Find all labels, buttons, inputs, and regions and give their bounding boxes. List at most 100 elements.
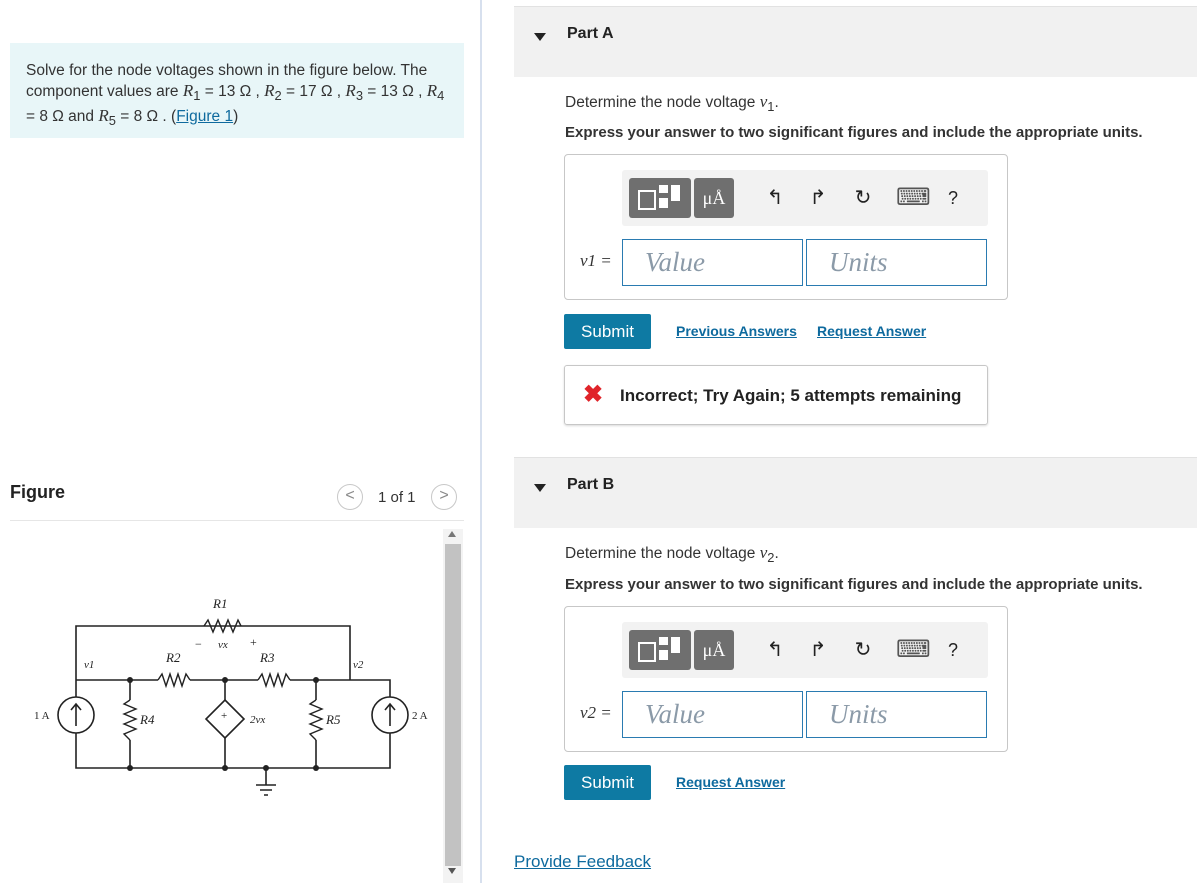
units-input[interactable]: Units xyxy=(806,239,987,286)
r5-subscript: 5 xyxy=(108,113,116,129)
units-button[interactable]: μÅ xyxy=(694,178,734,218)
part-a-title: Part A xyxy=(567,25,614,42)
r4-value: = 8 Ω and xyxy=(26,108,99,126)
reset-icon[interactable]: ↻ xyxy=(850,636,876,664)
junction-dots xyxy=(127,677,319,771)
label-plus: + xyxy=(250,635,257,649)
templates-button[interactable] xyxy=(629,178,691,218)
part-a-toolbar: μÅ ↰ ↱ ↻ ⌨ ? xyxy=(622,170,988,226)
r4-subscript: 4 xyxy=(437,88,445,104)
figure-link[interactable]: Figure 1 xyxy=(176,108,233,125)
value-input[interactable]: Value xyxy=(622,691,803,738)
keyboard-icon[interactable]: ⌨ xyxy=(896,184,931,212)
r3-value: = 13 Ω , xyxy=(363,83,427,100)
r2-zigzag xyxy=(157,671,191,689)
part-a-instructions: Express your answer to two significant f… xyxy=(565,124,1143,141)
part-b-instructions: Express your answer to two significant f… xyxy=(565,576,1143,593)
part-a-prompt-text: Determine the node voltage xyxy=(565,94,760,111)
part-a-period: . xyxy=(774,94,779,111)
circuit-diagram: R1 R2 R3 R4 R5 v1 v2 vx − + + 1 A 2 A 2v… xyxy=(34,596,428,796)
r2-subscript: 2 xyxy=(274,88,282,104)
label-v2: v2 xyxy=(353,659,364,671)
r1-symbol: R xyxy=(182,81,194,100)
part-b-period: . xyxy=(774,545,779,562)
v2-label: v2 = xyxy=(580,703,612,722)
label-r4: R4 xyxy=(139,712,155,727)
scroll-thumb[interactable] xyxy=(445,544,461,866)
ground-icon xyxy=(256,784,276,796)
help-icon[interactable]: ? xyxy=(940,636,966,664)
part-b-prompt: Determine the node voltage v2. xyxy=(565,543,779,565)
previous-answers-link[interactable]: Previous Answers xyxy=(676,323,797,339)
part-a-submit-button[interactable]: Submit xyxy=(564,314,651,349)
r4-symbol: R xyxy=(426,81,438,100)
part-b-submit-button[interactable]: Submit xyxy=(564,765,651,800)
figure-scrollbar[interactable] xyxy=(443,529,463,883)
part-a-request-answer-link[interactable]: Request Answer xyxy=(817,323,926,339)
part-a-answer-box: μÅ ↰ ↱ ↻ ⌨ ? v1 = Value Units xyxy=(564,154,1008,300)
label-minus: − xyxy=(195,637,202,651)
label-dep-src: 2vx xyxy=(250,714,265,726)
templates-button[interactable] xyxy=(629,630,691,670)
r2-symbol: R xyxy=(264,81,275,100)
column-divider xyxy=(480,0,482,883)
pager-next-button[interactable]: > xyxy=(431,484,457,510)
arrow-up-icon xyxy=(70,702,82,726)
part-b-answer-box: μÅ ↰ ↱ ↻ ⌨ ? v2 = Value Units xyxy=(564,606,1008,752)
redo-icon[interactable]: ↱ xyxy=(805,184,831,212)
r5-value: = 8 Ω . ( xyxy=(115,108,177,126)
figure-label: Figure xyxy=(10,482,66,502)
collapse-triangle-icon[interactable] xyxy=(534,33,546,41)
label-r1: R1 xyxy=(212,596,227,611)
figure-divider xyxy=(10,520,464,521)
bottom-wire xyxy=(75,733,391,769)
chevron-left-icon: < xyxy=(345,487,355,504)
units-button[interactable]: μÅ xyxy=(694,630,734,670)
reset-icon[interactable]: ↻ xyxy=(850,184,876,212)
part-b-request-answer-link[interactable]: Request Answer xyxy=(676,774,785,790)
feedback-text: Incorrect; Try Again; 5 attempts remaini… xyxy=(620,386,962,405)
scroll-up-arrow-icon[interactable] xyxy=(448,531,456,537)
units-input[interactable]: Units xyxy=(806,691,987,738)
dep-src-plus: + xyxy=(221,710,227,722)
label-src-left: 1 A xyxy=(34,710,50,722)
part-a-prompt: Determine the node voltage v1. xyxy=(565,92,779,114)
part-b-title: Part B xyxy=(567,476,615,493)
provide-feedback-link[interactable]: Provide Feedback xyxy=(514,852,651,872)
arrow-up-icon xyxy=(384,702,396,726)
pager-text: 1 of 1 xyxy=(378,489,416,506)
feedback-message: ✖ Incorrect; Try Again; 5 attempts remai… xyxy=(564,365,988,425)
undo-icon[interactable]: ↰ xyxy=(762,184,788,212)
part-b-prompt-text: Determine the node voltage xyxy=(565,545,760,562)
label-r2: R2 xyxy=(165,650,181,665)
scroll-down-arrow-icon[interactable] xyxy=(448,868,456,874)
chevron-right-icon: > xyxy=(439,487,449,504)
r2-value: = 17 Ω , xyxy=(281,83,346,100)
r4-zigzag xyxy=(122,699,138,741)
r3-subscript: 3 xyxy=(355,88,363,104)
label-r3: R3 xyxy=(259,650,275,665)
value-input[interactable]: Value xyxy=(622,239,803,286)
templates-icon xyxy=(638,185,680,210)
part-a-header[interactable]: Part A xyxy=(514,6,1197,77)
label-vx: vx xyxy=(218,639,228,651)
keyboard-icon[interactable]: ⌨ xyxy=(896,636,931,664)
label-src-right: 2 A xyxy=(412,710,428,722)
incorrect-x-icon: ✖ xyxy=(583,381,604,408)
r5-zigzag xyxy=(308,699,324,741)
r1-value: = 13 Ω , xyxy=(200,83,265,100)
redo-icon[interactable]: ↱ xyxy=(805,636,831,664)
collapse-triangle-icon[interactable] xyxy=(534,484,546,492)
help-icon[interactable]: ? xyxy=(940,184,966,212)
problem-statement: Solve for the node voltages shown in the… xyxy=(10,43,464,138)
pager-prev-button[interactable]: < xyxy=(337,484,363,510)
undo-icon[interactable]: ↰ xyxy=(762,636,788,664)
templates-icon xyxy=(638,637,680,662)
close-paren: ) xyxy=(233,108,239,126)
r3-symbol: R xyxy=(345,81,356,100)
part-b-header[interactable]: Part B xyxy=(514,457,1197,528)
r5-symbol: R xyxy=(98,106,109,126)
r3-zigzag xyxy=(257,671,291,689)
label-r5: R5 xyxy=(325,712,341,727)
v1-label: v1 = xyxy=(580,251,612,270)
